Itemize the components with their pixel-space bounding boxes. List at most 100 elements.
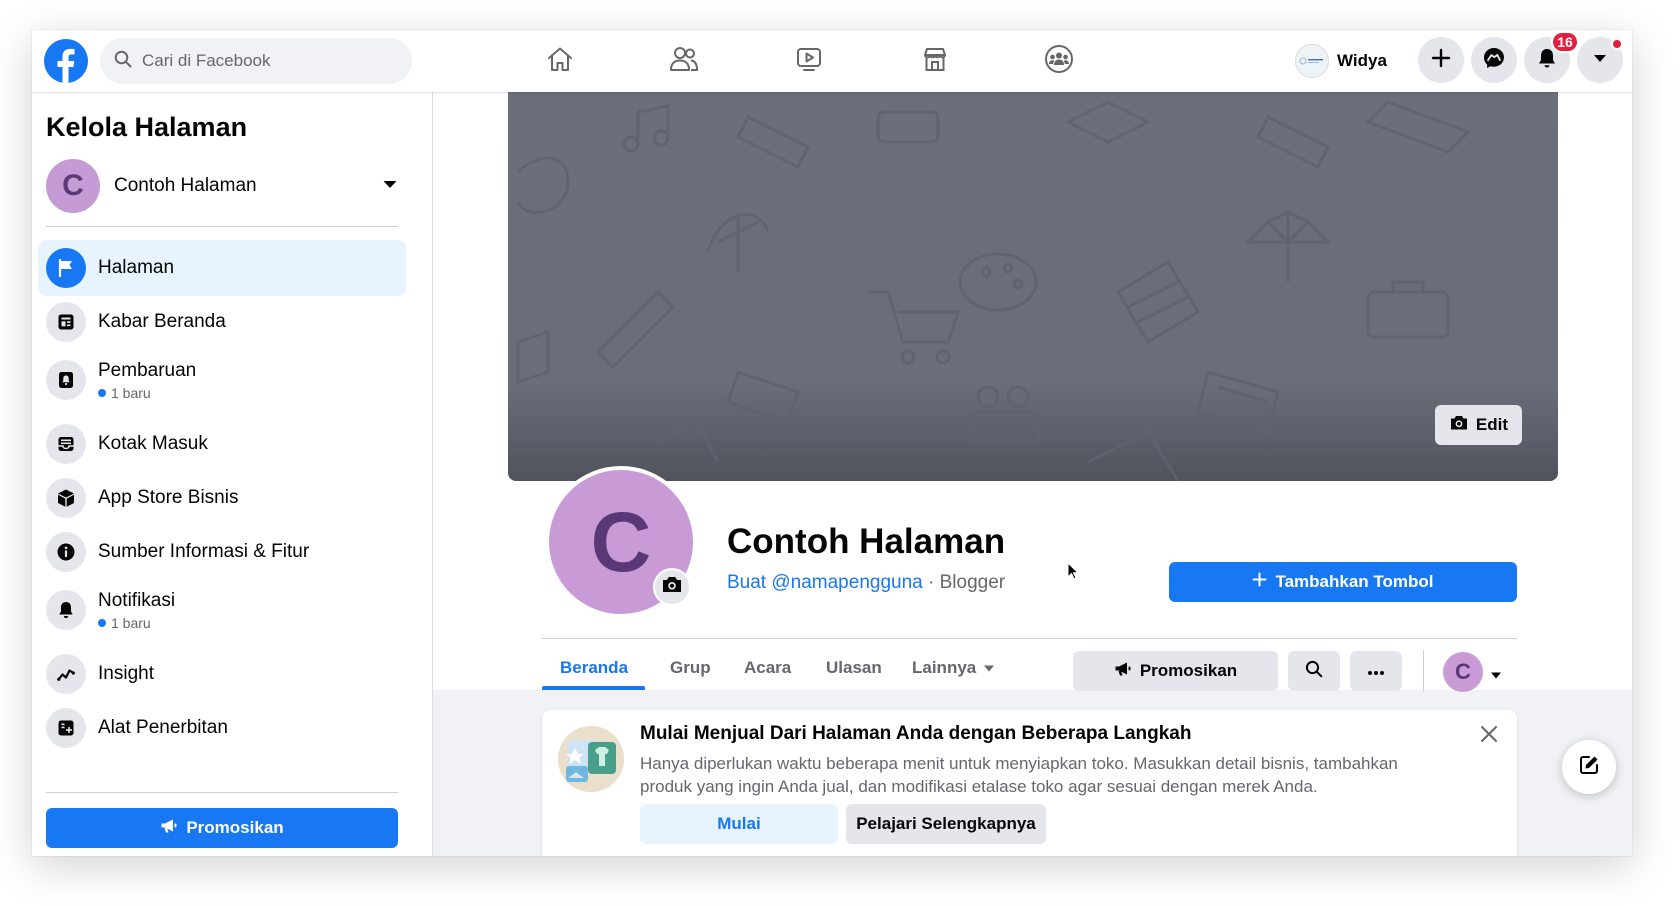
caret-down-icon (983, 658, 995, 678)
sidebar-promote-button[interactable]: Promosikan (46, 808, 398, 848)
more-options-button[interactable] (1350, 651, 1402, 691)
cover-photo[interactable]: Edit (508, 92, 1558, 481)
sidebar-item-label: Pembaruan (98, 359, 197, 381)
sidebar-item-label: Insight (98, 663, 154, 684)
shop-illustration (558, 726, 624, 792)
bell-icon (46, 590, 86, 630)
sidebar-item-label: Kotak Masuk (98, 433, 208, 454)
cover-pattern (516, 100, 1530, 481)
active-tab-indicator (542, 686, 645, 690)
camera-icon (1449, 414, 1469, 436)
sidebar-item-alat-penerbitan[interactable]: Alat Penerbitan (38, 700, 406, 756)
sidebar-item-label: App Store Bisnis (98, 487, 239, 508)
inbox-icon (46, 424, 86, 464)
messenger-button[interactable] (1471, 37, 1517, 83)
page-avatar: C (46, 159, 100, 213)
sidebar-item-insight[interactable]: Insight (38, 646, 406, 702)
watch-icon (795, 45, 823, 78)
caret-down-icon (382, 177, 398, 195)
subtitle-separator: · (922, 572, 940, 593)
actions-separator (1423, 650, 1424, 692)
blue-dot (98, 388, 106, 397)
tab-lainnya-label: Lainnya (912, 658, 977, 677)
tab-ulasan[interactable]: Ulasan (826, 646, 882, 690)
new-count-text: 1 baru (111, 384, 151, 401)
user-avatar (1295, 44, 1329, 78)
sidebar-item-app-store-bisnis[interactable]: App Store Bisnis (38, 470, 406, 526)
compose-icon (1578, 754, 1600, 781)
nav-tab-friends[interactable] (649, 38, 719, 84)
create-button[interactable] (1418, 37, 1464, 83)
nav-tab-groups[interactable] (1024, 38, 1094, 84)
camera-icon (661, 575, 683, 599)
flag-icon (46, 248, 86, 288)
search-icon (114, 50, 132, 73)
sidebar-item-label: Sumber Informasi & Fitur (98, 541, 310, 562)
home-icon (546, 45, 574, 78)
sidebar-title: Kelola Halaman (46, 112, 248, 142)
page-switcher[interactable]: C Contoh Halaman (46, 158, 398, 214)
news-feed-icon (46, 302, 86, 342)
nav-tab-watch[interactable] (774, 38, 844, 84)
plus-icon (1252, 572, 1267, 592)
marketplace-icon (921, 45, 949, 78)
new-count-text: 1 baru (111, 614, 151, 631)
megaphone-icon (160, 818, 178, 839)
promote-label: Promosikan (1139, 661, 1238, 680)
sidebar-item-kabar-beranda[interactable]: Kabar Beranda (38, 294, 406, 350)
caret-down-icon[interactable] (1490, 667, 1502, 685)
update-profile-picture-button[interactable] (653, 568, 691, 606)
add-button-button[interactable]: Tambahkan Tombol (1169, 562, 1517, 602)
facebook-logo-icon[interactable] (44, 39, 88, 83)
updates-icon (46, 360, 86, 400)
page-subtitle: Buat @namapengguna · Blogger (727, 572, 1005, 594)
card-title: Mulai Menjual Dari Halaman Anda dengan B… (640, 723, 1192, 744)
acting-as-avatar[interactable]: C (1443, 652, 1483, 692)
account-menu-button[interactable] (1577, 37, 1623, 83)
search-icon (1305, 660, 1323, 683)
edit-cover-button[interactable]: Edit (1434, 405, 1522, 445)
start-button[interactable]: Mulai (640, 804, 838, 844)
sidebar-item-pembaruan[interactable]: Pembaruan 1 baru (38, 348, 406, 412)
sidebar-item-label: Alat Penerbitan (98, 717, 228, 738)
mouse-cursor-icon (1067, 561, 1080, 585)
sidebar-divider (46, 792, 398, 793)
browser-window: Widya 16 Kelola Halaman (32, 30, 1632, 856)
alert-dot (1611, 38, 1623, 50)
close-card-button[interactable] (1475, 722, 1503, 750)
tab-acara[interactable]: Acara (744, 646, 791, 690)
profile-chip[interactable]: Widya (1295, 42, 1387, 80)
info-icon (46, 532, 86, 572)
promote-button[interactable]: Promosikan (1073, 651, 1278, 691)
create-username-link[interactable]: Buat @namapengguna (727, 572, 923, 593)
tab-lainnya[interactable]: Lainnya (912, 646, 995, 690)
sidebar-divider (46, 226, 398, 227)
nav-tab-marketplace[interactable] (900, 38, 970, 84)
sidebar-item-sumber-informasi[interactable]: Sumber Informasi & Fitur (38, 524, 406, 580)
sidebar-promote-label: Promosikan (186, 818, 284, 837)
new-count-note: 1 baru (98, 615, 175, 631)
sidebar-item-notifikasi[interactable]: Notifikasi 1 baru (38, 578, 406, 642)
search-bar[interactable] (100, 38, 412, 84)
sidebar-item-kotak-masuk[interactable]: Kotak Masuk (38, 416, 406, 472)
search-page-button[interactable] (1288, 651, 1340, 691)
learn-more-button[interactable]: Pelajari Selengkapnya (846, 804, 1046, 844)
close-icon (1480, 725, 1498, 748)
plus-icon (1430, 47, 1452, 74)
sidebar-item-label: Notifikasi (98, 589, 176, 611)
new-message-button[interactable] (1562, 740, 1616, 794)
tabs-divider (542, 638, 1517, 639)
sidebar-item-halaman[interactable]: Halaman (38, 240, 406, 296)
sidebar-item-label: Kabar Beranda (98, 311, 226, 332)
tab-beranda[interactable]: Beranda (560, 646, 628, 690)
nav-tab-home[interactable] (525, 38, 595, 84)
sidebar-item-label: Halaman (98, 257, 175, 278)
page-title: Contoh Halaman (727, 522, 1006, 561)
blue-dot (98, 618, 106, 627)
start-selling-card: Mulai Menjual Dari Halaman Anda dengan B… (542, 710, 1517, 856)
search-input[interactable] (142, 51, 392, 71)
edit-cover-label: Edit (1475, 415, 1508, 434)
notifications-button[interactable]: 16 (1524, 31, 1579, 83)
tab-grup[interactable]: Grup (670, 646, 711, 690)
friends-icon (669, 45, 699, 78)
